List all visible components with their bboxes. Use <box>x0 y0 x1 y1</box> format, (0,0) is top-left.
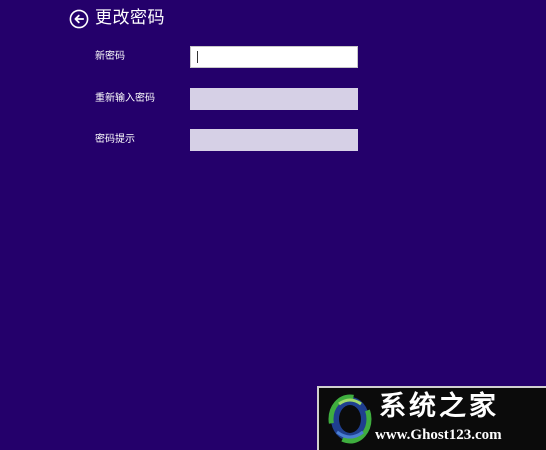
watermark-url: www.Ghost123.com <box>375 427 502 443</box>
ghost-logo-icon <box>327 394 373 448</box>
back-arrow-circle-icon <box>69 9 89 29</box>
text-caret <box>197 51 198 63</box>
new-password-label: 新密码 <box>95 51 125 62</box>
confirm-password-input[interactable] <box>190 88 358 110</box>
page-title: 更改密码 <box>95 8 165 28</box>
new-password-input[interactable] <box>190 46 358 68</box>
password-hint-input[interactable] <box>190 129 358 151</box>
watermark: 系统之家 www.Ghost123.com <box>317 386 546 450</box>
confirm-password-label: 重新输入密码 <box>95 93 155 104</box>
password-hint-label: 密码提示 <box>95 134 135 145</box>
back-button[interactable] <box>69 9 89 29</box>
watermark-title: 系统之家 <box>379 391 499 422</box>
change-password-page: 更改密码 新密码 重新输入密码 密码提示 系统之家 www.Ghost123.c… <box>0 0 546 450</box>
